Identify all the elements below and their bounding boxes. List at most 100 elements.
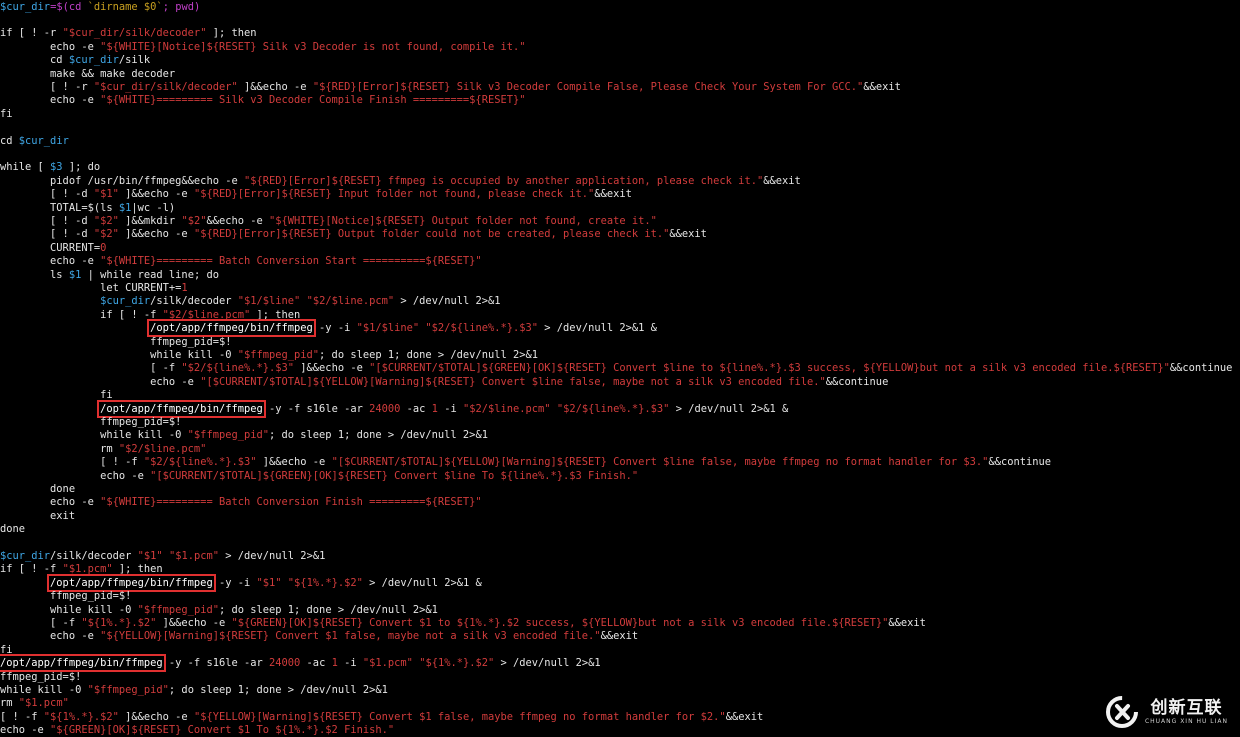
- highlighted-ffmpeg-path: /opt/app/ffmpeg/bin/ffmpeg: [47, 573, 216, 592]
- code-token: fi: [0, 107, 13, 120]
- code-line: while kill -0 "$ffmpeg_pid"; do sleep 1;…: [0, 429, 488, 442]
- code-token: echo -e: [0, 724, 51, 737]
- code-token: fi: [0, 389, 113, 402]
- code-token: -i: [437, 402, 463, 415]
- code-token: &&continue: [825, 375, 889, 388]
- code-token: CURRENT=: [0, 241, 101, 254]
- code-line: /opt/app/ffmpeg/bin/ffmpeg -y -f s16le -…: [0, 654, 601, 673]
- code-line: echo -e "${YELLOW}[Warning]${RESET} Conv…: [0, 630, 638, 643]
- code-line: [ ! -f "$2/${line%.*}.$3" ]&&echo -e "[$…: [0, 456, 1051, 469]
- code-token: ; do sleep 1; done > /dev/null 2>&1: [218, 603, 438, 616]
- code-token: "$1.pcm": [362, 657, 413, 670]
- code-token: $cur_dir: [0, 549, 51, 562]
- code-token: -y -f s16le -ar: [162, 657, 270, 670]
- code-line: exit: [0, 510, 75, 523]
- code-token: exit: [0, 509, 76, 522]
- code-line: ffmpeg_pid=$!: [0, 671, 81, 684]
- code-token: ]&&echo -e: [118, 710, 194, 723]
- code-token: rm: [0, 442, 119, 455]
- code-token: "[$CURRENT/$TOTAL]${GREEN}[OK]${RESET} C…: [369, 362, 1170, 375]
- code-token: ]&&echo -e: [294, 362, 370, 375]
- code-token: "$2/${line%.*}.$3": [181, 362, 295, 375]
- code-token: echo -e: [0, 40, 101, 53]
- code-token: "$2/$line.pcm": [306, 295, 395, 308]
- code-line: [ -f "$2/${line%.*}.$3" ]&&echo -e "[$CU…: [0, 362, 1232, 375]
- code-token: "$1/$line": [237, 295, 301, 308]
- code-token: |wc -l): [131, 201, 176, 214]
- code-line: done: [0, 523, 25, 536]
- code-token: &&exit: [600, 630, 639, 643]
- code-line: rm "$2/$line.pcm": [0, 443, 206, 456]
- code-token: $1: [68, 268, 82, 281]
- brand-logo-icon: [1105, 696, 1138, 728]
- code-token: -ac: [300, 657, 332, 670]
- code-token: ]&&mkdir: [118, 214, 182, 227]
- code-token: ffmpeg_pid=$!: [0, 670, 82, 683]
- code-token: [ ! -f: [0, 456, 144, 469]
- code-token: ffmpeg_pid=$!: [0, 415, 182, 428]
- highlighted-ffmpeg-path: /opt/app/ffmpeg/bin/ffmpeg: [0, 654, 166, 673]
- code-line: ffmpeg_pid=$!: [0, 416, 181, 429]
- code-line: ffmpeg_pid=$!: [0, 336, 231, 349]
- watermark-logo: 创新互联 CHUANG XIN HU LIAN: [1105, 695, 1228, 729]
- code-token: "$2/$line.pcm": [462, 402, 551, 415]
- code-token: "${YELLOW}[Warning]${RESET} Convert $1 f…: [193, 710, 726, 723]
- code-token: =$(cd: [50, 0, 88, 13]
- code-token: $cur_dir: [18, 134, 69, 147]
- code-token: echo -e: [0, 255, 101, 268]
- code-token: while kill -0: [0, 603, 138, 616]
- code-token: [ ! -r: [0, 80, 94, 93]
- code-line: fi: [0, 644, 13, 657]
- code-token: "$2/$line.pcm": [162, 308, 251, 321]
- code-token: "${WHITE}[Notice]${RESET} Silk v3 Decode…: [100, 40, 526, 53]
- code-line: while kill -0 "$ffmpeg_pid"; do sleep 1;…: [0, 604, 438, 617]
- code-token: ffmpeg_pid=$!: [0, 590, 132, 603]
- code-line: if [ ! -f "$2/$line.pcm" ]; then: [0, 309, 300, 322]
- code-token: "$1": [256, 576, 282, 589]
- code-token: if [ ! -f: [0, 563, 63, 576]
- code-token: "$2/${line%.*}.$3": [556, 402, 670, 415]
- code-token: cd: [0, 134, 19, 147]
- code-token: "${RED}[Error]${RESET} Silk v3 Decoder C…: [312, 80, 864, 93]
- code-line: while [ $3 ]; do: [0, 161, 100, 174]
- code-token: "$1/$line": [356, 322, 420, 335]
- code-line: /opt/app/ffmpeg/bin/ffmpeg -y -i "$1" "$…: [0, 573, 482, 592]
- code-line: TOTAL=$(ls $1|wc -l): [0, 202, 175, 215]
- code-token: while kill -0: [0, 348, 238, 361]
- code-token: [ ! -d: [0, 188, 94, 201]
- code-token: /silk/decoder: [150, 295, 238, 308]
- code-token: pidof /usr/bin/ffmpeg&&echo -e: [0, 174, 244, 187]
- code-token: ls: [0, 268, 69, 281]
- code-token: &&exit: [863, 80, 901, 93]
- code-line: echo -e "${WHITE}========= Silk v3 Decod…: [0, 94, 525, 107]
- terminal-window[interactable]: $cur_dir=$(cd `dirname $0`; pwd) if [ ! -…: [0, 0, 1240, 737]
- code-line: [ ! -f "${1%.*}.$2" ]&&echo -e "${YELLOW…: [0, 711, 763, 724]
- highlighted-ffmpeg-path: /opt/app/ffmpeg/bin/ffmpeg: [147, 319, 316, 338]
- code-token: [ -f: [0, 362, 182, 375]
- code-line: [ ! -r "$cur_dir/silk/decoder" ]&&echo -…: [0, 81, 901, 94]
- code-token: > /dev/null 2>&1 &: [362, 576, 482, 589]
- code-token: "$2": [93, 228, 119, 241]
- code-token: "$1.pcm": [62, 563, 113, 576]
- code-token: | while read line; do: [81, 268, 219, 281]
- code-token: "$1.pcm": [168, 549, 219, 562]
- code-line: echo -e "[$CURRENT/$TOTAL]${GREEN}[OK]${…: [0, 470, 638, 483]
- code-token: "${1%.*}.$2": [81, 616, 157, 629]
- code-token: echo -e: [0, 630, 101, 643]
- code-line: $cur_dir/silk/decoder "$1/$line" "$2/$li…: [0, 295, 500, 308]
- code-token: &&echo -e: [206, 214, 270, 227]
- code-token: let CURRENT+=: [0, 281, 182, 294]
- code-line: rm "$1.pcm": [0, 697, 69, 710]
- code-line: /opt/app/ffmpeg/bin/ffmpeg -y -i "$1/$li…: [0, 319, 657, 338]
- code-token: &&exit: [594, 188, 632, 201]
- code-token: 24000: [369, 402, 401, 415]
- code-token: "${RED}[Error]${RESET} ffmpeg is occupie…: [243, 174, 764, 187]
- code-token: "$2/$line.pcm": [118, 442, 207, 455]
- code-token: &&continue: [1169, 362, 1233, 375]
- code-token: > /dev/null 2>&1: [494, 657, 601, 670]
- code-token: 1: [181, 281, 188, 294]
- code-token: echo -e: [0, 496, 101, 509]
